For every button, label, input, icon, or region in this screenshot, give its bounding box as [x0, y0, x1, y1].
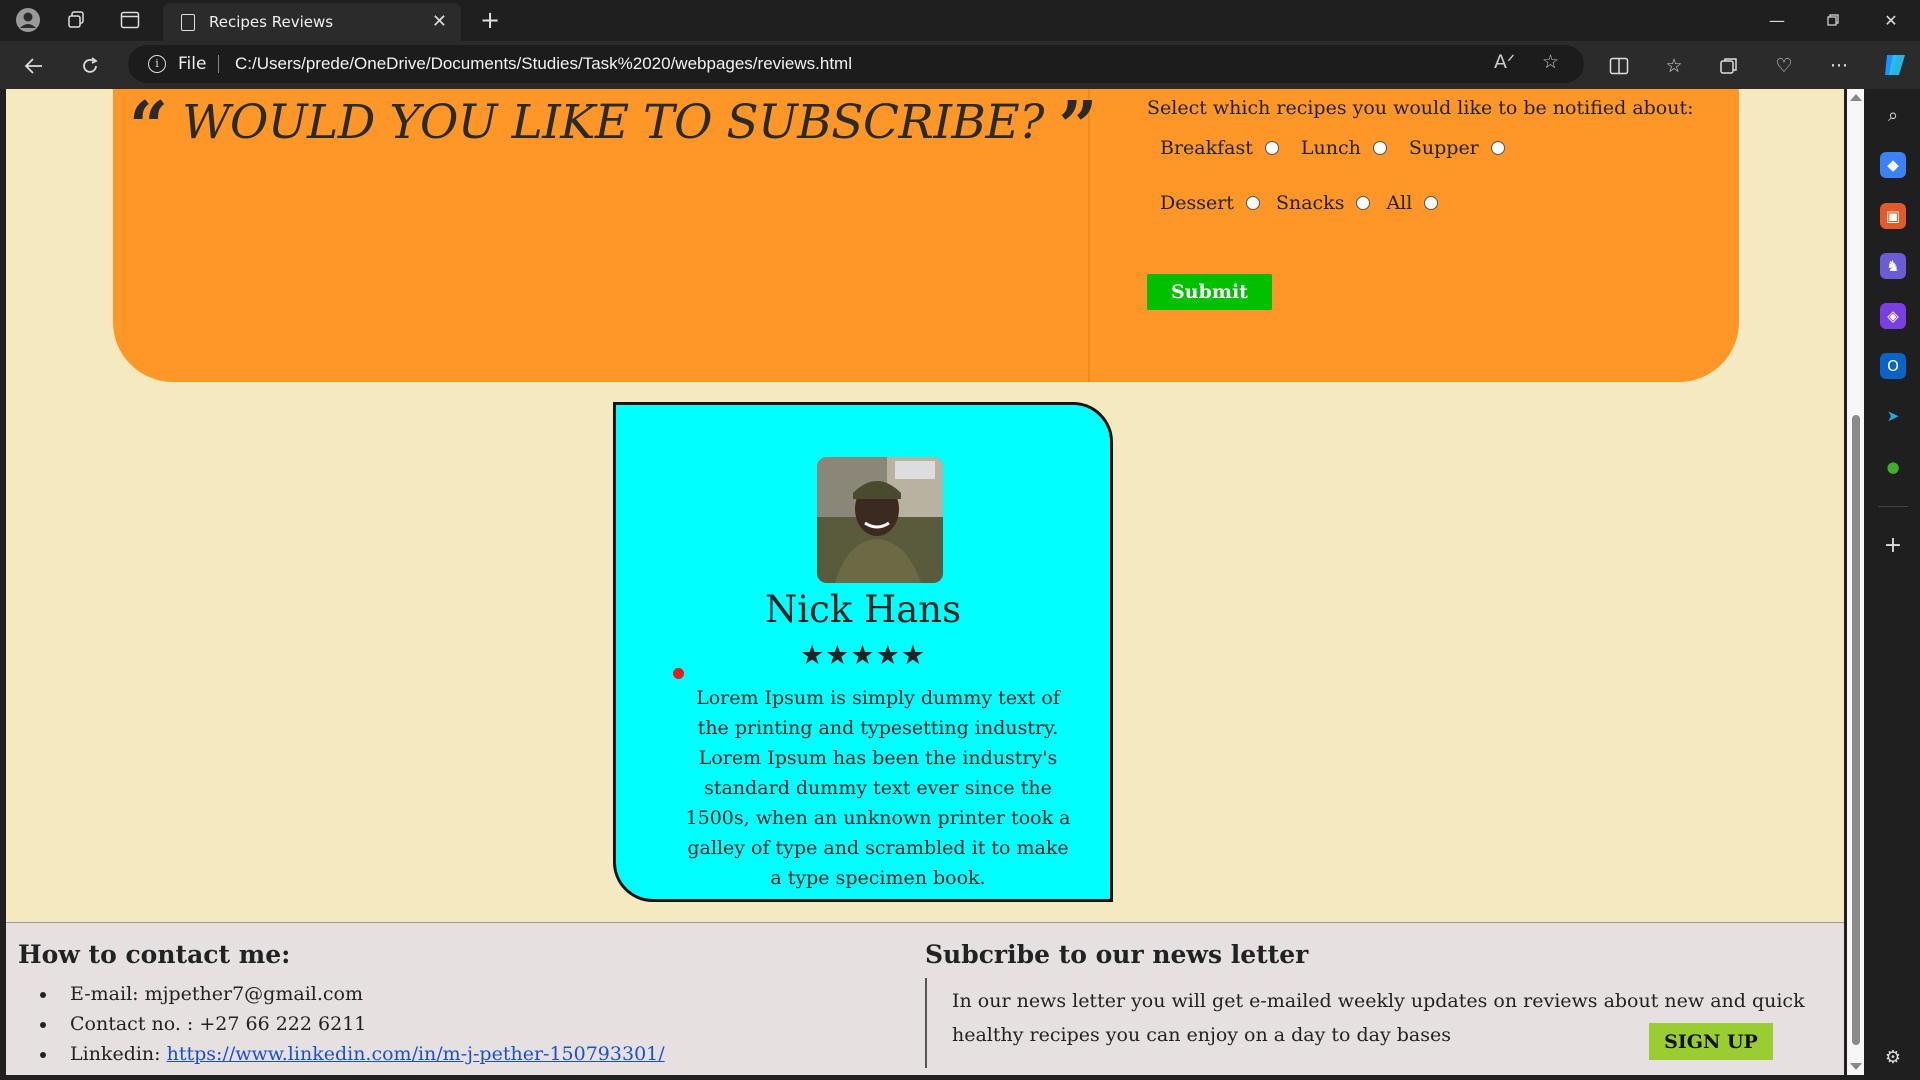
contact-list: E-mail: mjpether7@gmail.com Contact no. … [58, 979, 665, 1069]
scroll-up-icon[interactable] [1850, 94, 1862, 101]
contact-email: E-mail: mjpether7@gmail.com [58, 979, 665, 1009]
option-dessert[interactable]: Dessert [1160, 192, 1260, 214]
radio-all[interactable] [1424, 196, 1439, 210]
address-bar[interactable]: i File C:/Users/prede/OneDrive/Documents… [128, 45, 1584, 83]
options-row-1: Breakfast Lunch Supper [1160, 137, 1519, 159]
sidebar-settings-icon[interactable]: ⚙ [1880, 1044, 1906, 1070]
sign-up-button[interactable]: SIGN UP [1649, 1023, 1773, 1060]
linkedin-link[interactable]: https://www.linkedin.com/in/m-j-pether-1… [167, 1043, 665, 1065]
close-quote-icon: ” [1058, 89, 1098, 167]
address-url[interactable]: C:/Users/prede/OneDrive/Documents/Studie… [235, 54, 852, 74]
submit-button[interactable]: Submit [1147, 274, 1272, 310]
browser-essentials-icon[interactable]: ♡ [1771, 53, 1797, 79]
collections-icon[interactable] [1716, 53, 1742, 79]
settings-more-icon[interactable]: ··· [1826, 53, 1852, 79]
radio-lunch[interactable] [1372, 141, 1387, 155]
split-screen-icon[interactable] [1606, 53, 1632, 79]
option-supper[interactable]: Supper [1409, 137, 1505, 159]
option-label: Snacks [1275, 192, 1345, 214]
review-text: Lorem Ipsum is simply dummy text of the … [685, 687, 1071, 889]
option-all[interactable]: All [1386, 192, 1439, 214]
back-icon[interactable] [19, 51, 49, 81]
option-lunch[interactable]: Lunch [1301, 137, 1387, 159]
radio-supper[interactable] [1490, 141, 1505, 155]
option-label: Dessert [1160, 192, 1234, 214]
option-label: Supper [1408, 137, 1479, 159]
close-window-icon[interactable]: ✕ [1868, 6, 1914, 34]
page-viewport: “ WOULD YOU LIKE TO SUBSCRIBE? ” Select … [6, 89, 1844, 1075]
option-breakfast[interactable]: Breakfast [1160, 137, 1279, 159]
option-snacks[interactable]: Snacks [1276, 192, 1371, 214]
shopping-tag-icon[interactable]: ◆ [1880, 152, 1906, 178]
options-row-2: Dessert Snacks All [1160, 192, 1452, 214]
restore-icon[interactable] [1810, 6, 1856, 34]
tab-actions-icon[interactable] [116, 6, 144, 34]
page-scrollbar[interactable] [1847, 89, 1864, 1075]
minimize-icon[interactable]: — [1754, 6, 1800, 34]
option-label: All [1386, 192, 1413, 214]
scrollbar-thumb[interactable] [1852, 415, 1860, 1045]
radio-breakfast[interactable] [1264, 141, 1279, 155]
contact-phone: Contact no. : +27 66 222 6211 [58, 1009, 665, 1039]
page-footer: How to contact me: E-mail: mjpether7@gma… [6, 922, 1844, 1075]
reviewer-name: Nick Hans [764, 588, 962, 631]
list-bullet [673, 668, 684, 679]
read-aloud-icon[interactable]: Aᐟ [1494, 51, 1515, 73]
outlook-icon[interactable]: O [1880, 353, 1906, 379]
linkedin-label: Linkedin: [70, 1043, 167, 1065]
address-separator [218, 55, 219, 73]
tab-recipes-reviews[interactable]: Recipes Reviews ✕ [163, 3, 461, 41]
review-card: Nick Hans ★★★★★ Lorem Ipsum is simply du… [613, 402, 1113, 902]
tree-icon[interactable]: ● [1880, 454, 1906, 480]
profile-avatar-icon[interactable] [14, 6, 42, 34]
newsletter-box: In our news letter you will get e-mailed… [925, 978, 1805, 1068]
tab-title: Recipes Reviews [209, 13, 334, 31]
favorite-star-icon[interactable]: ☆ [1542, 51, 1559, 73]
subscribe-title-panel: “ WOULD YOU LIKE TO SUBSCRIBE? ” [113, 89, 1098, 382]
tab-strip: Recipes Reviews ✕ + — ✕ [0, 0, 1920, 41]
subscribe-prompt: Select which recipes you would like to b… [1147, 97, 1694, 119]
scroll-down-icon[interactable] [1850, 1063, 1862, 1070]
contact-heading: How to contact me: [18, 940, 291, 969]
subscribe-heading-text: WOULD YOU LIKE TO SUBSCRIBE? [182, 95, 1044, 150]
add-sidebar-icon[interactable]: + [1880, 532, 1906, 558]
sidebar-divider [1878, 506, 1908, 507]
copilot-sidebar-icon[interactable]: ◈ [1880, 303, 1906, 329]
refresh-icon[interactable] [75, 51, 105, 81]
open-quote-icon: “ [129, 89, 168, 167]
close-tab-icon[interactable]: ✕ [432, 11, 447, 32]
reviewer-avatar [817, 457, 943, 583]
address-scheme: File [178, 54, 207, 74]
newsletter-heading: Subcribe to our news letter [925, 940, 1309, 969]
edge-sidebar: ⌕ ◆ ▣ ♞ ◈ O ➤ ● + ⚙ [1866, 89, 1920, 1080]
send-icon[interactable]: ➤ [1880, 403, 1906, 429]
search-icon[interactable]: ⌕ [1880, 102, 1906, 128]
favorites-icon[interactable]: ☆ [1661, 53, 1687, 79]
radio-dessert[interactable] [1245, 196, 1260, 210]
copilot-icon[interactable] [1880, 50, 1910, 80]
radio-snacks[interactable] [1356, 196, 1371, 210]
workspaces-icon[interactable] [62, 6, 90, 34]
games-icon[interactable]: ♞ [1880, 253, 1906, 279]
contact-linkedin: Linkedin: https://www.linkedin.com/in/m-… [58, 1039, 665, 1069]
option-label: Lunch [1300, 137, 1361, 159]
site-info-icon[interactable]: i [148, 55, 166, 73]
address-toolbar: i File C:/Users/prede/OneDrive/Documents… [0, 41, 1920, 89]
new-tab-icon[interactable]: + [476, 6, 504, 34]
subscribe-heading: “ WOULD YOU LIKE TO SUBSCRIBE? ” [129, 89, 1098, 167]
document-icon [181, 13, 195, 31]
option-label: Breakfast [1160, 137, 1253, 159]
subscribe-section: “ WOULD YOU LIKE TO SUBSCRIBE? ” Select … [113, 89, 1739, 382]
star-rating-icon: ★★★★★ [799, 640, 927, 671]
tools-icon[interactable]: ▣ [1880, 203, 1906, 229]
